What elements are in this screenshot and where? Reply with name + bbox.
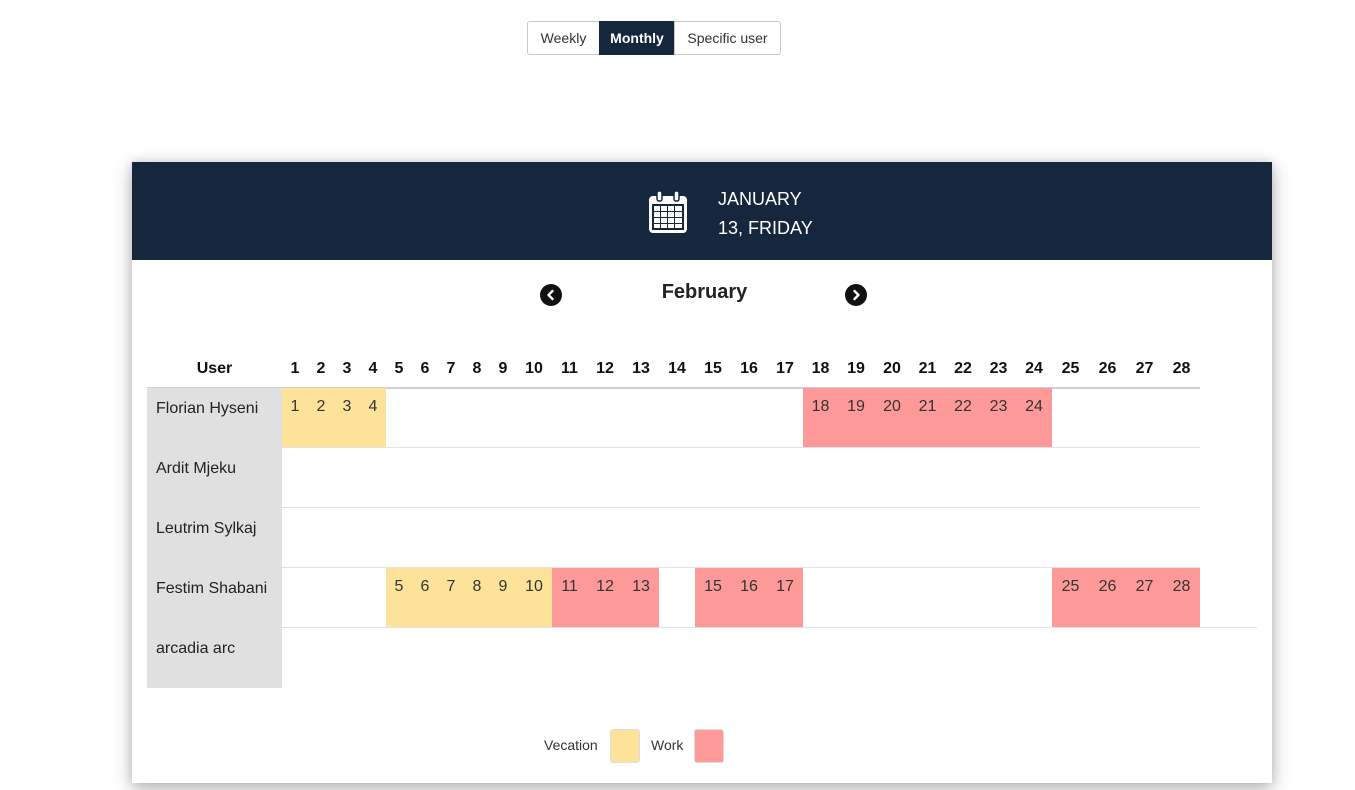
work-day-cell[interactable]: 16 (731, 568, 767, 627)
work-day-cell[interactable]: 13 (623, 568, 659, 627)
day-header: 14 (668, 360, 686, 377)
day-header: 23 (989, 360, 1008, 377)
vacation-day-cell[interactable]: 10 (516, 568, 552, 627)
day-header: 19 (847, 360, 865, 377)
next-month-button[interactable] (845, 284, 867, 306)
work-day-cell[interactable]: 20 (874, 388, 910, 447)
user-name-cell: Florian Hyseni (147, 388, 282, 448)
user-column-header: User (196, 360, 233, 377)
view-toggle: Weekly Monthly Specific user (527, 21, 781, 55)
day-header: 7 (446, 360, 456, 377)
work-day-cell[interactable]: 26 (1089, 568, 1126, 627)
day-header: 27 (1135, 360, 1154, 377)
legend-vacation-swatch (610, 729, 640, 763)
specific-user-view-button[interactable]: Specific user (674, 21, 781, 55)
day-header: 15 (704, 360, 722, 377)
day-header: 21 (918, 360, 937, 377)
weekly-view-button[interactable]: Weekly (527, 21, 600, 55)
work-day-cell[interactable]: 27 (1126, 568, 1163, 627)
date-header: JANUARY 13, FRIDAY (132, 162, 1272, 260)
day-header: 26 (1098, 360, 1117, 377)
vacation-day-cell[interactable]: 2 (308, 388, 334, 447)
day-header: 16 (740, 360, 758, 377)
work-day-cell[interactable]: 15 (695, 568, 731, 627)
day-header: 8 (472, 360, 482, 377)
day-header: 9 (498, 360, 508, 377)
day-header: 3 (342, 360, 352, 377)
work-day-cell[interactable]: 18 (803, 388, 838, 447)
schedule-grid: User 1 2 3 4 5 6 7 8 9 10 11 12 13 14 15 16 17 18 19 20 21 22… (147, 350, 1257, 690)
monthly-view-button[interactable]: Monthly (599, 21, 675, 55)
day-header: 18 (811, 360, 830, 377)
day-header: 17 (776, 360, 794, 377)
work-day-cell[interactable]: 24 (1016, 388, 1052, 447)
user-name-cell: Festim Shabani (147, 568, 282, 628)
user-name-cell: arcadia arc (147, 628, 282, 688)
user-name-cell: Leutrim Sylkaj (147, 508, 282, 568)
day-header: 11 (561, 360, 578, 377)
legend-vacation-label: Vecation (544, 737, 598, 753)
day-header: 5 (394, 360, 404, 377)
vacation-day-cell[interactable]: 5 (386, 568, 412, 627)
vacation-day-cell[interactable]: 6 (412, 568, 438, 627)
day-header: 25 (1061, 360, 1080, 377)
chevron-right-icon (853, 289, 860, 301)
current-month: JANUARY (718, 189, 802, 209)
work-day-cell[interactable]: 21 (910, 388, 945, 447)
vacation-day-cell[interactable]: 4 (360, 388, 386, 447)
calendar-icon (649, 190, 687, 233)
month-title: February (661, 281, 748, 303)
previous-month-button[interactable] (540, 284, 562, 306)
day-header: 22 (954, 360, 972, 377)
day-header: 10 (525, 360, 543, 377)
legend-work-label: Work (651, 737, 684, 753)
work-day-cell[interactable]: 12 (587, 568, 623, 627)
user-name-cell: Ardit Mjeku (147, 448, 282, 508)
row-divider (282, 447, 1200, 448)
work-day-cell[interactable]: 23 (981, 388, 1016, 447)
day-header: 4 (368, 360, 378, 377)
row-divider (282, 507, 1200, 508)
vacation-day-cell[interactable]: 9 (490, 568, 516, 627)
day-header: 24 (1025, 360, 1043, 377)
day-header: 6 (420, 360, 430, 377)
chevron-left-icon (547, 289, 554, 301)
current-day: 13, FRIDAY (718, 218, 813, 238)
vacation-day-cell[interactable]: 3 (334, 388, 360, 447)
day-header: 20 (883, 360, 901, 377)
legend: Vecation Work (132, 729, 1272, 763)
day-header: 1 (290, 360, 300, 377)
vacation-day-cell[interactable]: 1 (282, 388, 308, 447)
legend-work-swatch (694, 729, 724, 763)
work-day-cell[interactable]: 25 (1052, 568, 1089, 627)
vacation-day-cell[interactable]: 7 (438, 568, 464, 627)
calendar-card: JANUARY 13, FRIDAY February User 1234567… (132, 162, 1272, 783)
day-header: 2 (316, 360, 326, 377)
work-day-cell[interactable]: 19 (838, 388, 874, 447)
day-header: 12 (596, 360, 614, 377)
work-day-cell[interactable]: 28 (1163, 568, 1200, 627)
vacation-day-cell[interactable]: 8 (464, 568, 490, 627)
day-header: 13 (632, 360, 650, 377)
work-day-cell[interactable]: 22 (945, 388, 981, 447)
current-date: JANUARY 13, FRIDAY (718, 185, 813, 243)
row-divider (282, 627, 1257, 628)
work-day-cell[interactable]: 11 (552, 568, 587, 627)
work-day-cell[interactable]: 17 (767, 568, 803, 627)
day-header: 28 (1172, 360, 1191, 377)
